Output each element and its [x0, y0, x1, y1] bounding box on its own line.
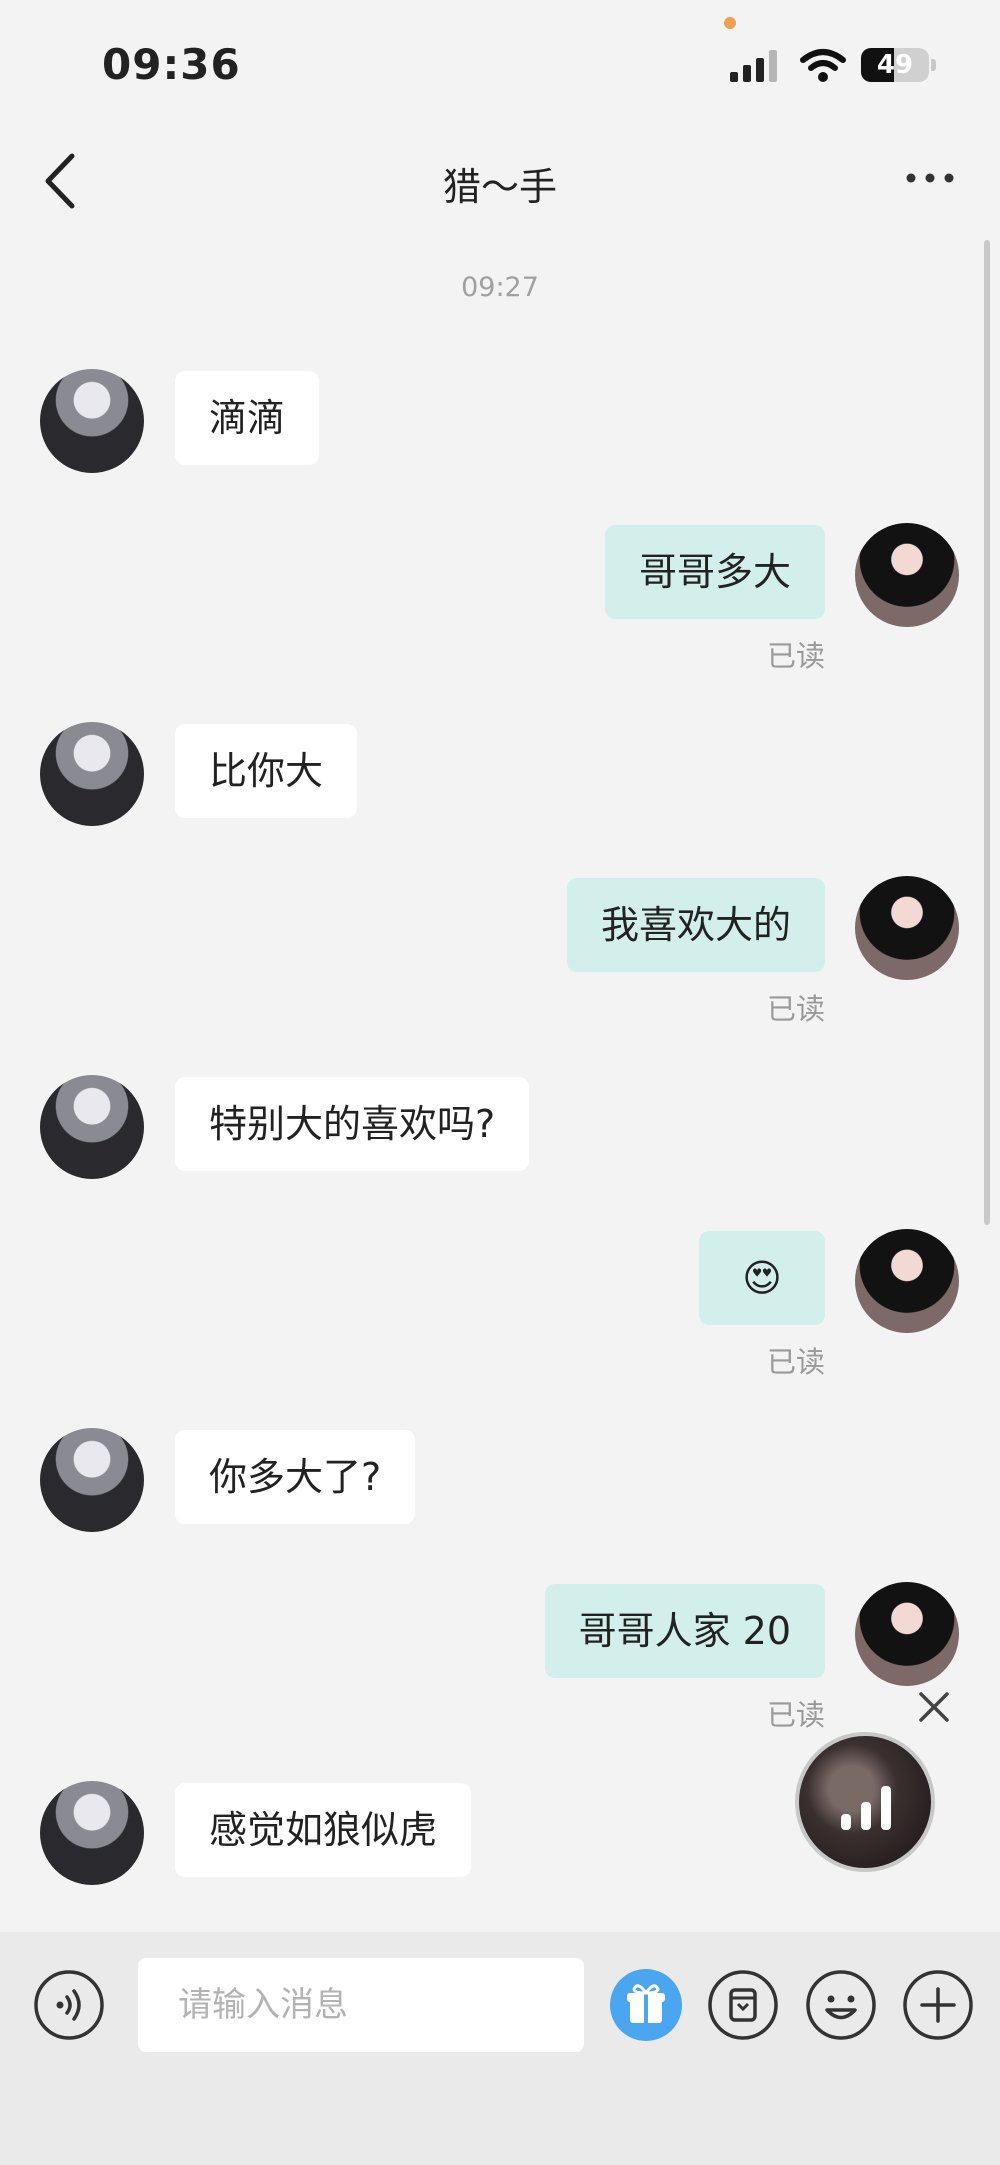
message-row: 比你大 [0, 722, 1000, 832]
close-icon[interactable] [917, 1690, 951, 1724]
read-receipt: 已读 [766, 1345, 825, 1379]
message-bubble[interactable]: 比你大 [175, 724, 358, 818]
message-bubble[interactable]: 特别大的喜欢吗? [175, 1077, 530, 1171]
album-icon[interactable] [707, 1969, 779, 2041]
message-bubble[interactable]: 我喜欢大的 [566, 878, 825, 972]
message-bubble[interactable]: 滴滴 [175, 371, 320, 465]
message-input[interactable]: 请输入消息 [138, 1958, 584, 2052]
avatar[interactable] [855, 523, 959, 627]
privacy-indicator-dot [724, 17, 736, 29]
gift-icon [627, 1984, 665, 2023]
message-row: 哥哥多大 已读 [0, 523, 1000, 673]
battery-tip [931, 59, 936, 71]
avatar[interactable] [855, 876, 959, 980]
message-bubble[interactable]: 哥哥多大 [604, 525, 825, 619]
avatar[interactable] [855, 1582, 959, 1686]
read-receipt: 已读 [766, 1698, 825, 1732]
input-bar: 请输入消息 [0, 1932, 1000, 2165]
battery-level: 49 [876, 50, 914, 80]
message-row: 特别大的喜欢吗? [0, 1075, 1000, 1185]
avatar[interactable] [40, 722, 144, 826]
message-row: 哥哥人家 20 已读 [0, 1582, 1000, 1732]
voice-icon[interactable] [33, 1969, 105, 2041]
status-time: 09:36 [102, 40, 241, 89]
message-bubble[interactable]: 你多大了? [175, 1430, 416, 1524]
more-icon[interactable] [905, 160, 955, 196]
message-row: 我喜欢大的 已读 [0, 876, 1000, 1026]
chat-header: 猎～手 [0, 130, 1000, 230]
avatar[interactable] [40, 1075, 144, 1179]
avatar[interactable] [40, 369, 144, 473]
message-row: 你多大了? [0, 1428, 1000, 1538]
wifi-icon [800, 49, 846, 82]
gift-button[interactable] [610, 1969, 682, 2041]
avatar[interactable] [40, 1428, 144, 1532]
message-row: 滴滴 [0, 369, 1000, 479]
emoji-icon[interactable] [805, 1969, 877, 2041]
avatar[interactable] [855, 1229, 959, 1333]
status-bar: 09:36 49 [0, 0, 1000, 120]
avatar[interactable] [40, 1781, 144, 1885]
message-bubble[interactable]: 😍 [699, 1231, 825, 1325]
floating-audio-player[interactable] [795, 1732, 935, 1872]
cellular-signal-icon [730, 50, 777, 82]
message-row: 😍 已读 [0, 1229, 1000, 1379]
chat-timestamp: 09:27 [461, 272, 539, 303]
plus-icon[interactable] [902, 1969, 974, 2041]
message-bubble[interactable]: 感觉如狼似虎 [175, 1783, 472, 1877]
audio-wave-icon [841, 1786, 891, 1830]
read-receipt: 已读 [766, 639, 825, 673]
battery-icon: 49 [861, 48, 929, 82]
chat-title: 猎～手 [442, 165, 557, 209]
read-receipt: 已读 [766, 992, 825, 1026]
message-bubble[interactable]: 哥哥人家 20 [544, 1584, 825, 1678]
